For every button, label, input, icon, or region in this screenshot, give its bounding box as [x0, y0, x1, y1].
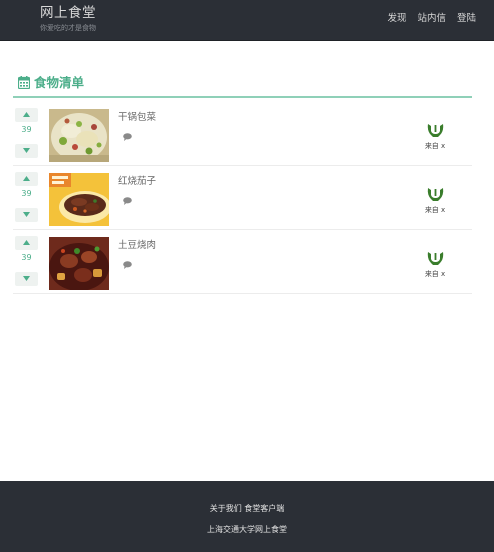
- upvote-button[interactable]: [15, 108, 38, 122]
- food-image[interactable]: [49, 173, 109, 226]
- canteen-logo-icon[interactable]: [426, 186, 445, 203]
- site-title[interactable]: 网上食堂: [40, 5, 96, 21]
- nav-login-link[interactable]: 登陆: [457, 13, 476, 25]
- about-us-link[interactable]: 关于我们: [210, 504, 242, 513]
- brand[interactable]: 网上食堂 你爱吃的才是食物: [40, 5, 96, 33]
- vote-count: 39: [21, 189, 32, 198]
- footer-links: 关于我们 食堂客户端: [0, 503, 494, 514]
- footer-copyright: 上海交通大学网上食堂: [207, 525, 287, 534]
- vote-widget: 39: [15, 172, 38, 224]
- comment-icon[interactable]: [123, 133, 132, 141]
- comment-icon[interactable]: [123, 197, 132, 205]
- footer: 关于我们 食堂客户端 上海交通大学网上食堂: [0, 481, 494, 552]
- canteen-logo-icon[interactable]: [426, 250, 445, 267]
- nav-discover-link[interactable]: 发现: [387, 13, 406, 25]
- food-item: 39 干锅包菜 来自 x: [13, 102, 472, 166]
- triangle-down-icon: [23, 276, 30, 281]
- food-item: 39 土豆烧肉 来自 x: [13, 230, 472, 294]
- source-label: 来自 x: [424, 142, 446, 150]
- food-image[interactable]: [49, 109, 109, 162]
- upvote-button[interactable]: [15, 172, 38, 186]
- triangle-up-icon: [23, 112, 30, 117]
- triangle-down-icon: [23, 148, 30, 153]
- source-label: 来自 x: [424, 270, 446, 278]
- source-label: 来自 x: [424, 206, 446, 214]
- vote-count: 39: [21, 125, 32, 134]
- source-info: 来自 x: [420, 122, 450, 151]
- vote-widget: 39: [15, 108, 38, 160]
- food-item: 39 红烧茄子 来自 x: [13, 166, 472, 230]
- vote-count: 39: [21, 253, 32, 262]
- calendar-icon: [18, 76, 30, 89]
- food-list: 39 干锅包菜 来自 x 39 红烧茄子 来自 x 39 土豆烧肉 来自 x: [13, 102, 472, 294]
- triangle-up-icon: [23, 240, 30, 245]
- food-name[interactable]: 干锅包菜: [118, 111, 156, 124]
- site-tagline: 你爱吃的才是食物: [40, 24, 96, 32]
- comment-icon[interactable]: [123, 261, 132, 269]
- downvote-button[interactable]: [15, 208, 38, 222]
- food-image[interactable]: [49, 237, 109, 290]
- canteen-logo-icon[interactable]: [426, 122, 445, 139]
- food-name[interactable]: 红烧茄子: [118, 175, 156, 188]
- section-title: 食物清单: [34, 75, 85, 90]
- top-navbar: 网上食堂 你爱吃的才是食物 发现 站内信 登陆: [0, 0, 494, 41]
- downvote-button[interactable]: [15, 272, 38, 286]
- nav-messages-link[interactable]: 站内信: [417, 13, 446, 25]
- downvote-button[interactable]: [15, 144, 38, 158]
- food-list-heading: 食物清单: [13, 74, 472, 98]
- source-info: 来自 x: [420, 186, 450, 215]
- food-name[interactable]: 土豆烧肉: [118, 239, 156, 252]
- client-app-link[interactable]: 食堂客户端: [244, 504, 284, 513]
- nav-links: 发现 站内信 登陆: [387, 13, 476, 25]
- vote-widget: 39: [15, 236, 38, 288]
- triangle-up-icon: [23, 176, 30, 181]
- source-info: 来自 x: [420, 250, 450, 279]
- triangle-down-icon: [23, 212, 30, 217]
- upvote-button[interactable]: [15, 236, 38, 250]
